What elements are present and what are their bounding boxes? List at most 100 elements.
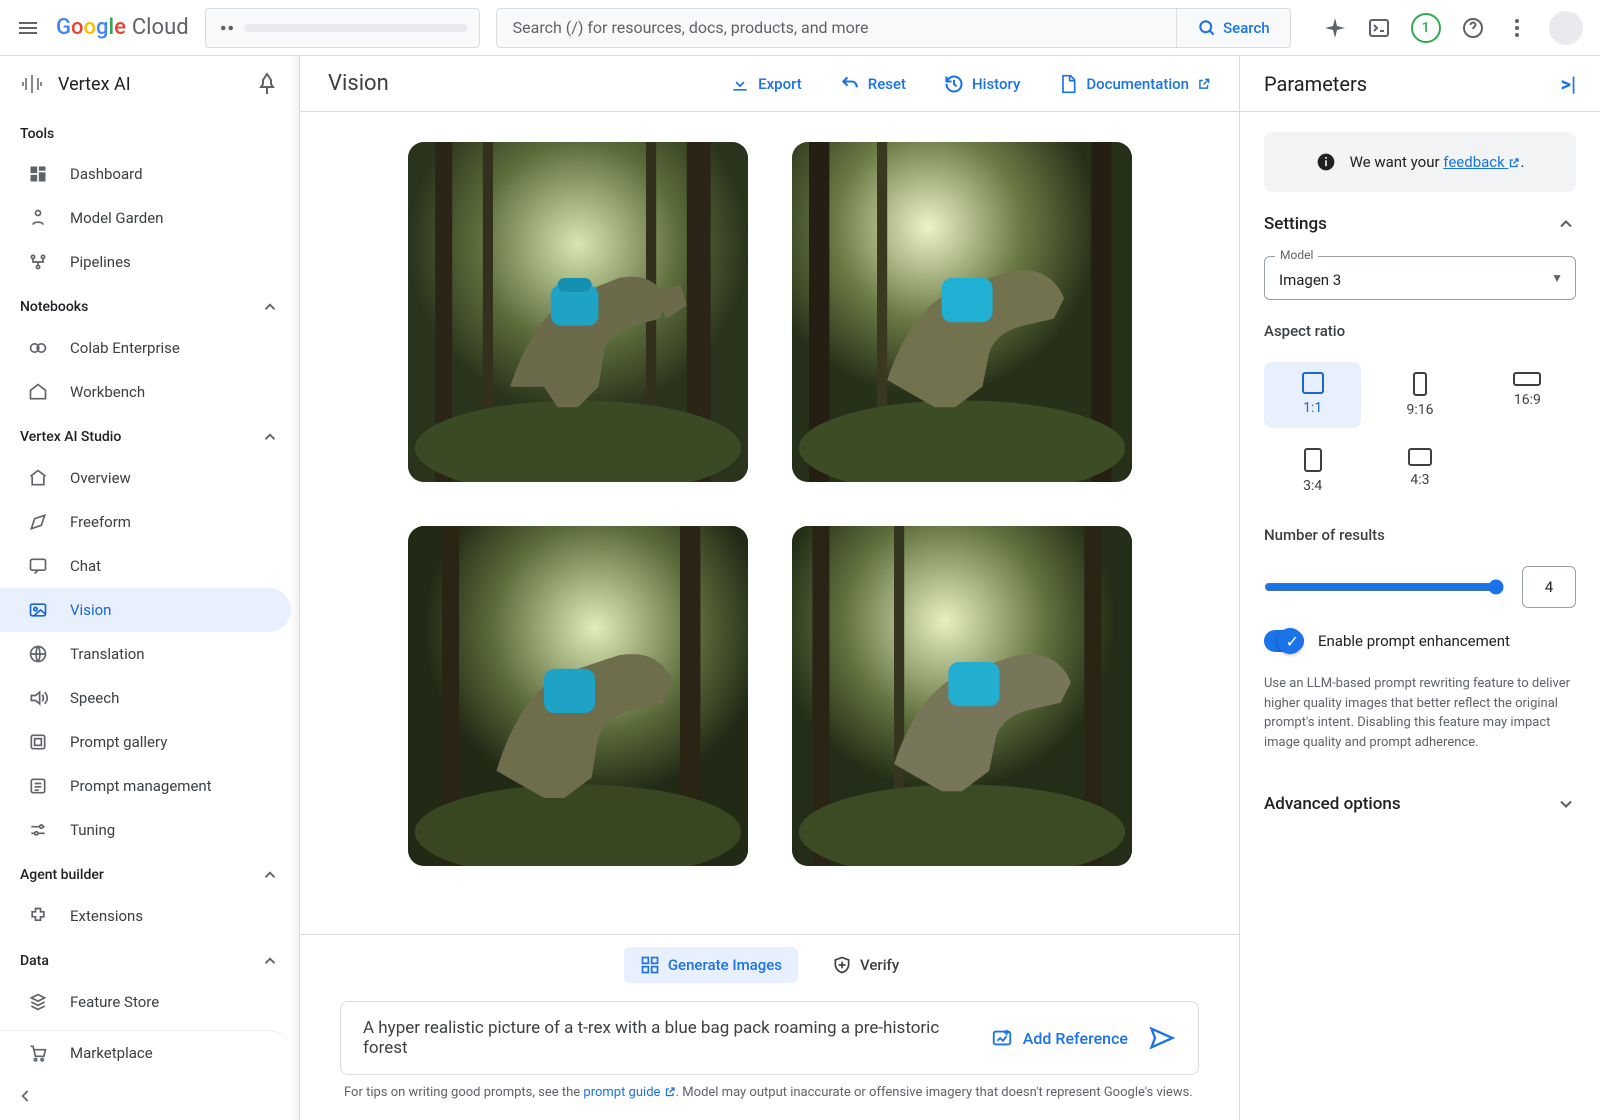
cloud-shell-icon[interactable]	[1367, 16, 1391, 40]
sidebar-item-overview[interactable]: Overview	[0, 456, 291, 500]
feature-store-icon	[28, 992, 48, 1012]
translation-icon	[28, 644, 48, 664]
num-results-value[interactable]: 4	[1522, 566, 1576, 608]
enhance-toggle-label: Enable prompt enhancement	[1318, 632, 1510, 650]
aspect-4-3[interactable]: 4:3	[1371, 438, 1468, 504]
menu-icon[interactable]	[16, 16, 40, 40]
export-button[interactable]: Export	[730, 74, 802, 94]
free-trial-badge[interactable]: 1	[1411, 13, 1441, 43]
search-button-label: Search	[1223, 19, 1270, 37]
sidebar-item-label: Overview	[70, 469, 131, 487]
feedback-link[interactable]: feedback	[1443, 153, 1520, 171]
logo[interactable]: Google Cloud	[56, 15, 189, 40]
documentation-label: Documentation	[1086, 75, 1189, 93]
add-image-icon	[991, 1027, 1013, 1049]
sidebar-item-tuning[interactable]: Tuning	[0, 808, 291, 852]
aspect-1-1[interactable]: 1:1	[1264, 362, 1361, 428]
generated-image[interactable]	[408, 142, 748, 482]
sidebar-item-extensions[interactable]: Extensions	[0, 894, 291, 938]
generated-image[interactable]	[792, 526, 1132, 866]
sidebar-item-vision[interactable]: Vision	[0, 588, 291, 632]
sidebar-item-prompt-management[interactable]: Prompt management	[0, 764, 291, 808]
prompt-input[interactable]: A hyper realistic picture of a t-rex wit…	[340, 1001, 1199, 1075]
doc-icon	[1058, 74, 1078, 94]
aspect-16-9[interactable]: 16:9	[1479, 362, 1576, 428]
global-search[interactable]: Search (/) for resources, docs, products…	[496, 8, 1291, 48]
reset-button[interactable]: Reset	[840, 74, 906, 94]
send-icon[interactable]	[1148, 1024, 1176, 1052]
sidebar-header: Vertex AI	[0, 56, 299, 112]
shield-icon	[832, 955, 852, 975]
sidebar-item-marketplace[interactable]: Marketplace	[0, 1030, 291, 1075]
dashboard-icon	[28, 164, 48, 184]
vertex-ai-icon	[20, 72, 44, 96]
sidebar-item-label: Dashboard	[70, 165, 143, 183]
chevron-up-icon	[1556, 214, 1576, 234]
aspect-3-4[interactable]: 3:4	[1264, 438, 1361, 504]
sidebar-section-notebooks[interactable]: Notebooks	[0, 284, 299, 326]
enhance-toggle-row: ✓ Enable prompt enhancement	[1264, 630, 1576, 652]
sidebar-item-model-garden[interactable]: Model Garden	[0, 196, 291, 240]
generated-image[interactable]	[408, 526, 748, 866]
gemini-icon[interactable]	[1323, 16, 1347, 40]
prompt-guide-link[interactable]: prompt guide	[583, 1085, 675, 1100]
topbar: Google Cloud Search (/) for resources, d…	[0, 0, 1600, 56]
project-picker[interactable]	[205, 8, 480, 48]
sidebar-item-pipelines[interactable]: Pipelines	[0, 240, 291, 284]
enhance-toggle[interactable]: ✓	[1264, 630, 1304, 652]
documentation-button[interactable]: Documentation	[1058, 74, 1211, 94]
more-icon[interactable]	[1505, 16, 1529, 40]
sidebar-item-prompt-gallery[interactable]: Prompt gallery	[0, 720, 291, 764]
grid-icon	[640, 955, 660, 975]
chevron-down-icon	[1556, 794, 1576, 814]
sidebar-collapse-icon[interactable]	[16, 1086, 36, 1110]
tab-verify[interactable]: Verify	[816, 947, 915, 983]
search-placeholder: Search (/) for resources, docs, products…	[497, 18, 1176, 37]
generated-image[interactable]	[792, 142, 1132, 482]
sidebar-item-speech[interactable]: Speech	[0, 676, 291, 720]
search-button[interactable]: Search	[1176, 9, 1290, 47]
sidebar-item-feature-store[interactable]: Feature Store	[0, 980, 291, 1024]
sidebar-item-chat[interactable]: Chat	[0, 544, 291, 588]
image-gallery	[300, 112, 1239, 934]
workbench-icon	[28, 382, 48, 402]
main-header: Vision Export Reset History Documentatio…	[300, 56, 1239, 112]
marketplace-icon	[28, 1043, 48, 1063]
sidebar-item-colab-enterprise[interactable]: Colab Enterprise	[0, 326, 291, 370]
aspect-9-16[interactable]: 9:16	[1371, 362, 1468, 428]
history-button[interactable]: History	[944, 74, 1020, 94]
sidebar-item-label: Tuning	[70, 821, 115, 839]
speech-icon	[28, 688, 48, 708]
sidebar-item-label: Vision	[70, 601, 111, 619]
aspect-label: 3:4	[1303, 478, 1322, 494]
sidebar-item-translation[interactable]: Translation	[0, 632, 291, 676]
external-link-icon	[1197, 77, 1211, 91]
settings-section-header[interactable]: Settings	[1264, 214, 1576, 234]
sidebar-item-label: Chat	[70, 557, 101, 575]
sidebar-section-vertex-ai-studio[interactable]: Vertex AI Studio	[0, 414, 299, 456]
help-icon[interactable]	[1461, 16, 1485, 40]
sidebar-item-label: Speech	[70, 689, 119, 707]
sidebar-section-data[interactable]: Data	[0, 938, 299, 980]
download-icon	[730, 74, 750, 94]
pin-icon[interactable]	[255, 72, 279, 96]
sidebar-section-agent-builder[interactable]: Agent builder	[0, 852, 299, 894]
history-icon	[944, 74, 964, 94]
panel-collapse-icon[interactable]: >|	[1561, 72, 1576, 96]
tab-generate[interactable]: Generate Images	[624, 947, 798, 983]
sidebar-item-label: Extensions	[70, 907, 143, 925]
sidebar-item-label: Freeform	[70, 513, 131, 531]
feedback-banner: We want your feedback .	[1264, 132, 1576, 192]
sidebar-item-workbench[interactable]: Workbench	[0, 370, 291, 414]
num-results-row: 4	[1264, 566, 1576, 608]
account-avatar[interactable]	[1549, 11, 1583, 45]
model-select[interactable]: Model Imagen 3 ▼	[1264, 256, 1576, 300]
advanced-section-header[interactable]: Advanced options	[1264, 794, 1576, 814]
sidebar-item-freeform[interactable]: Freeform	[0, 500, 291, 544]
chevron-up-icon	[261, 298, 279, 316]
add-reference-button[interactable]: Add Reference	[991, 1027, 1128, 1049]
gallery-icon	[28, 732, 48, 752]
sidebar-item-label: Model Garden	[70, 209, 163, 227]
num-results-slider[interactable]	[1264, 579, 1504, 595]
sidebar-item-dashboard[interactable]: Dashboard	[0, 152, 291, 196]
